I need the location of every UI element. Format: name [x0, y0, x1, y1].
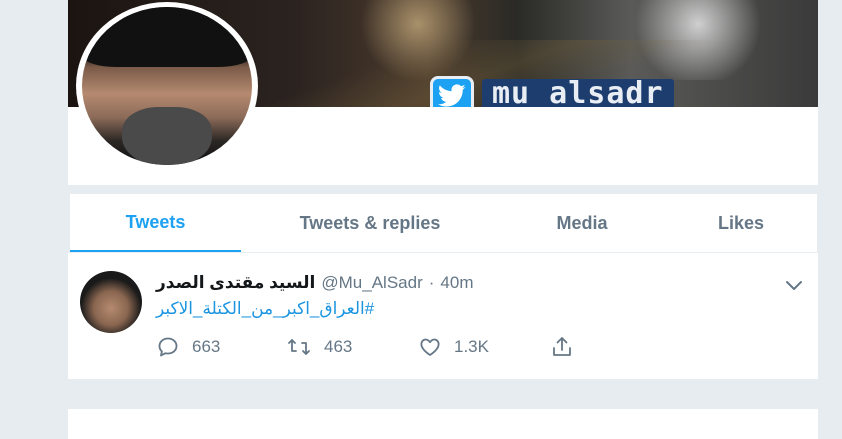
twitter-bird-icon [430, 76, 474, 107]
tweet-display-name[interactable]: السيد مقتدى الصدر [156, 273, 315, 293]
next-timeline-card [68, 409, 818, 439]
tweet[interactable]: السيد مقتدى الصدر @Mu_AlSadr · 40m #العر… [68, 253, 818, 380]
banner-handle-text: mu_alsadr [482, 79, 674, 107]
tweet-separator: · [428, 273, 435, 292]
tab-tweets[interactable]: Tweets [70, 194, 241, 252]
tab-label: Likes [717, 212, 765, 233]
profile-photo [82, 7, 252, 165]
share-button[interactable] [550, 335, 574, 359]
chevron-down-icon[interactable] [782, 273, 806, 297]
tab-label: Tweets [125, 211, 186, 232]
heart-icon [420, 338, 440, 356]
banner-handle-badge: mu_alsadr [430, 76, 674, 107]
retweet-count: 463 [324, 337, 353, 356]
tweet-handle[interactable]: @Mu_AlSadr [321, 273, 422, 293]
tab-label: Tweets & replies [299, 212, 441, 233]
avatar[interactable] [80, 271, 142, 333]
like-button[interactable]: 1.3K [418, 335, 550, 359]
tweet-timestamp[interactable]: 40m [440, 273, 473, 293]
profile-tabs: Tweets Tweets & replies Media Likes [70, 194, 817, 253]
reply-count: 663 [192, 337, 221, 356]
tweet-actions: 663 463 1.3K [156, 335, 574, 359]
retweet-icon [288, 339, 310, 355]
tab-label: Media [556, 212, 608, 233]
profile-avatar[interactable] [76, 2, 258, 170]
tweet-header: السيد مقتدى الصدر @Mu_AlSadr · 40m [156, 273, 474, 293]
avatar-turban-shape [82, 7, 252, 67]
tab-likes[interactable]: Likes [665, 194, 817, 252]
reply-button[interactable]: 663 [156, 335, 286, 359]
avatar-beard-shape [122, 107, 212, 165]
share-icon [553, 337, 571, 356]
like-count: 1.3K [454, 337, 489, 356]
reply-icon [158, 337, 178, 357]
tab-tweets-replies[interactable]: Tweets & replies [241, 194, 499, 252]
retweet-button[interactable]: 463 [286, 335, 418, 359]
tab-media[interactable]: Media [499, 194, 665, 252]
tweet-hashtag[interactable]: #العراق_اكبر_من_الكتلة_الاكبر [156, 299, 374, 319]
